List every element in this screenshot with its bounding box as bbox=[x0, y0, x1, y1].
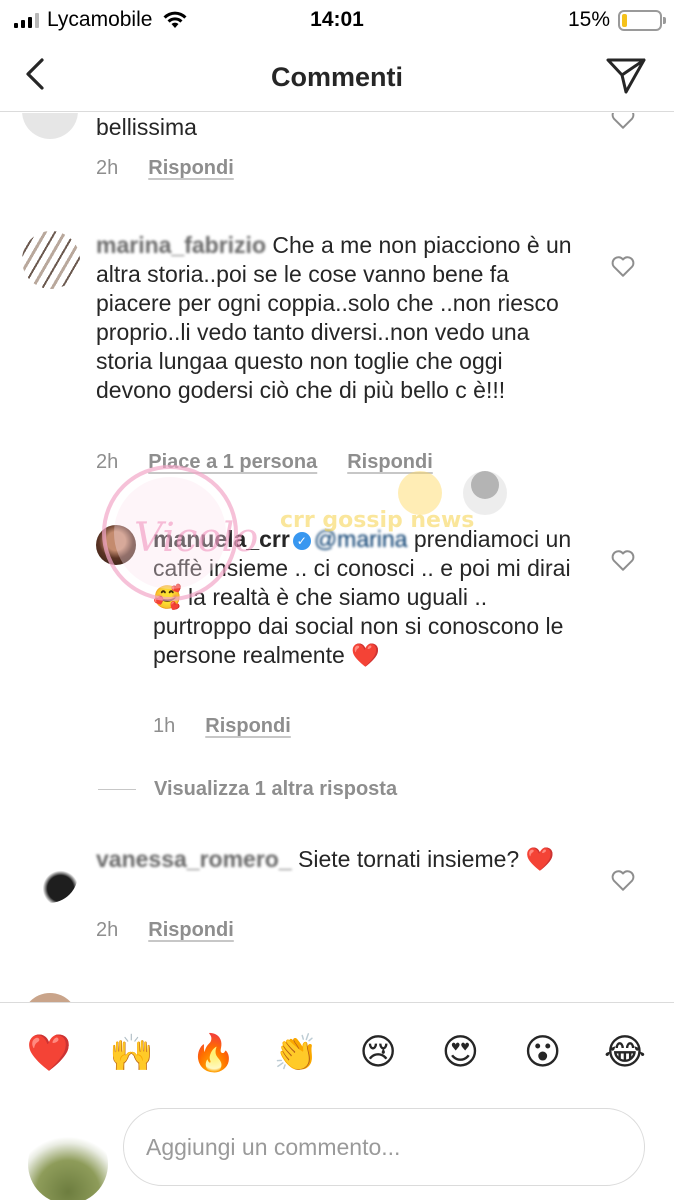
verified-badge-icon: ✓ bbox=[292, 532, 311, 550]
status-bar-right: 15% bbox=[567, 8, 666, 32]
avatar[interactable] bbox=[22, 113, 78, 139]
emoji-crying-button[interactable]: 😢 bbox=[348, 1032, 408, 1073]
comment-time: 2h bbox=[96, 451, 119, 473]
emoji-clap-button[interactable]: 👏 bbox=[266, 1032, 326, 1074]
avatar[interactable] bbox=[96, 525, 136, 565]
comment-body: manuela_crr ✓ @marina prendiamoci un caffè… bbox=[153, 525, 573, 670]
battery-level-fill bbox=[622, 13, 628, 27]
comments-list[interactable]: bellissima 2h Rispondi marina_fabrizio C… bbox=[0, 113, 674, 1003]
heart-outline-icon[interactable] bbox=[610, 547, 636, 573]
emoji-raised-hands-button[interactable]: 🙌 bbox=[101, 1032, 161, 1074]
comment-body: marina_fabrizio Che a me non piacciono è… bbox=[96, 231, 581, 405]
mention-link[interactable]: @marina bbox=[314, 526, 408, 552]
status-bar: Lycamobile 14:01 15% bbox=[0, 0, 674, 40]
share-button[interactable] bbox=[604, 54, 648, 98]
emoji-heart-eyes-button[interactable]: 😍 bbox=[430, 1032, 490, 1073]
comment-time: 1h bbox=[153, 715, 176, 737]
avatar[interactable] bbox=[22, 231, 80, 289]
avatar[interactable] bbox=[20, 845, 78, 903]
reply-button[interactable]: Rispondi bbox=[148, 919, 234, 942]
comment-username[interactable]: vanessa_romero_ bbox=[96, 846, 292, 872]
view-more-replies-label: Visualizza 1 altra risposta bbox=[154, 778, 398, 800]
battery-icon bbox=[618, 9, 666, 31]
comment-time: 2h bbox=[96, 157, 119, 179]
comment-input[interactable] bbox=[123, 1108, 645, 1186]
comment-time: 2h bbox=[96, 919, 119, 941]
reply-button[interactable]: Rispondi bbox=[205, 715, 291, 738]
comment-composer bbox=[0, 1102, 674, 1200]
heart-outline-icon[interactable] bbox=[610, 113, 636, 131]
emoji-fire-button[interactable]: 🔥 bbox=[184, 1032, 244, 1074]
reply-button[interactable]: Rispondi bbox=[148, 157, 234, 180]
comment-meta: 1h Rispondi bbox=[153, 715, 291, 738]
comment-meta: 2h Rispondi bbox=[96, 919, 234, 942]
battery-percent: 15% bbox=[567, 8, 610, 31]
divider-line bbox=[98, 789, 136, 790]
comment-meta: 2h Rispondi bbox=[96, 157, 234, 180]
emoji-laughing-button[interactable]: 😂 bbox=[595, 1032, 655, 1073]
chevron-left-icon bbox=[26, 58, 44, 90]
nav-header: Commenti bbox=[0, 40, 674, 112]
reply-button[interactable]: Rispondi bbox=[347, 451, 433, 474]
emoji-surprised-button[interactable]: 😮 bbox=[513, 1032, 573, 1073]
comment-username[interactable]: manuela_crr bbox=[153, 526, 290, 552]
comment-meta: 2h Piace a 1 persona Rispondi bbox=[96, 451, 433, 474]
heart-outline-icon[interactable] bbox=[610, 253, 636, 279]
comment-username[interactable]: marina_fabrizio bbox=[96, 232, 266, 258]
comment-body: vanessa_romero_ Siete tornati insieme? ❤… bbox=[96, 845, 576, 874]
likes-count-link[interactable]: Piace a 1 persona bbox=[148, 451, 317, 474]
view-more-replies-button[interactable]: Visualizza 1 altra risposta bbox=[98, 778, 397, 801]
paper-plane-icon bbox=[606, 58, 646, 94]
emoji-heart-button[interactable]: ❤️ bbox=[19, 1032, 79, 1074]
current-user-avatar bbox=[28, 1124, 108, 1200]
heart-outline-icon[interactable] bbox=[610, 867, 636, 893]
page-title: Commenti bbox=[270, 62, 403, 92]
comment-text: Siete tornati insieme? ❤️ bbox=[298, 846, 555, 872]
back-button[interactable] bbox=[18, 54, 58, 94]
quick-emoji-bar: ❤️ 🙌 🔥 👏 😢 😍 😮 😂 bbox=[0, 1002, 674, 1102]
comment-text: bellissima bbox=[96, 114, 197, 140]
